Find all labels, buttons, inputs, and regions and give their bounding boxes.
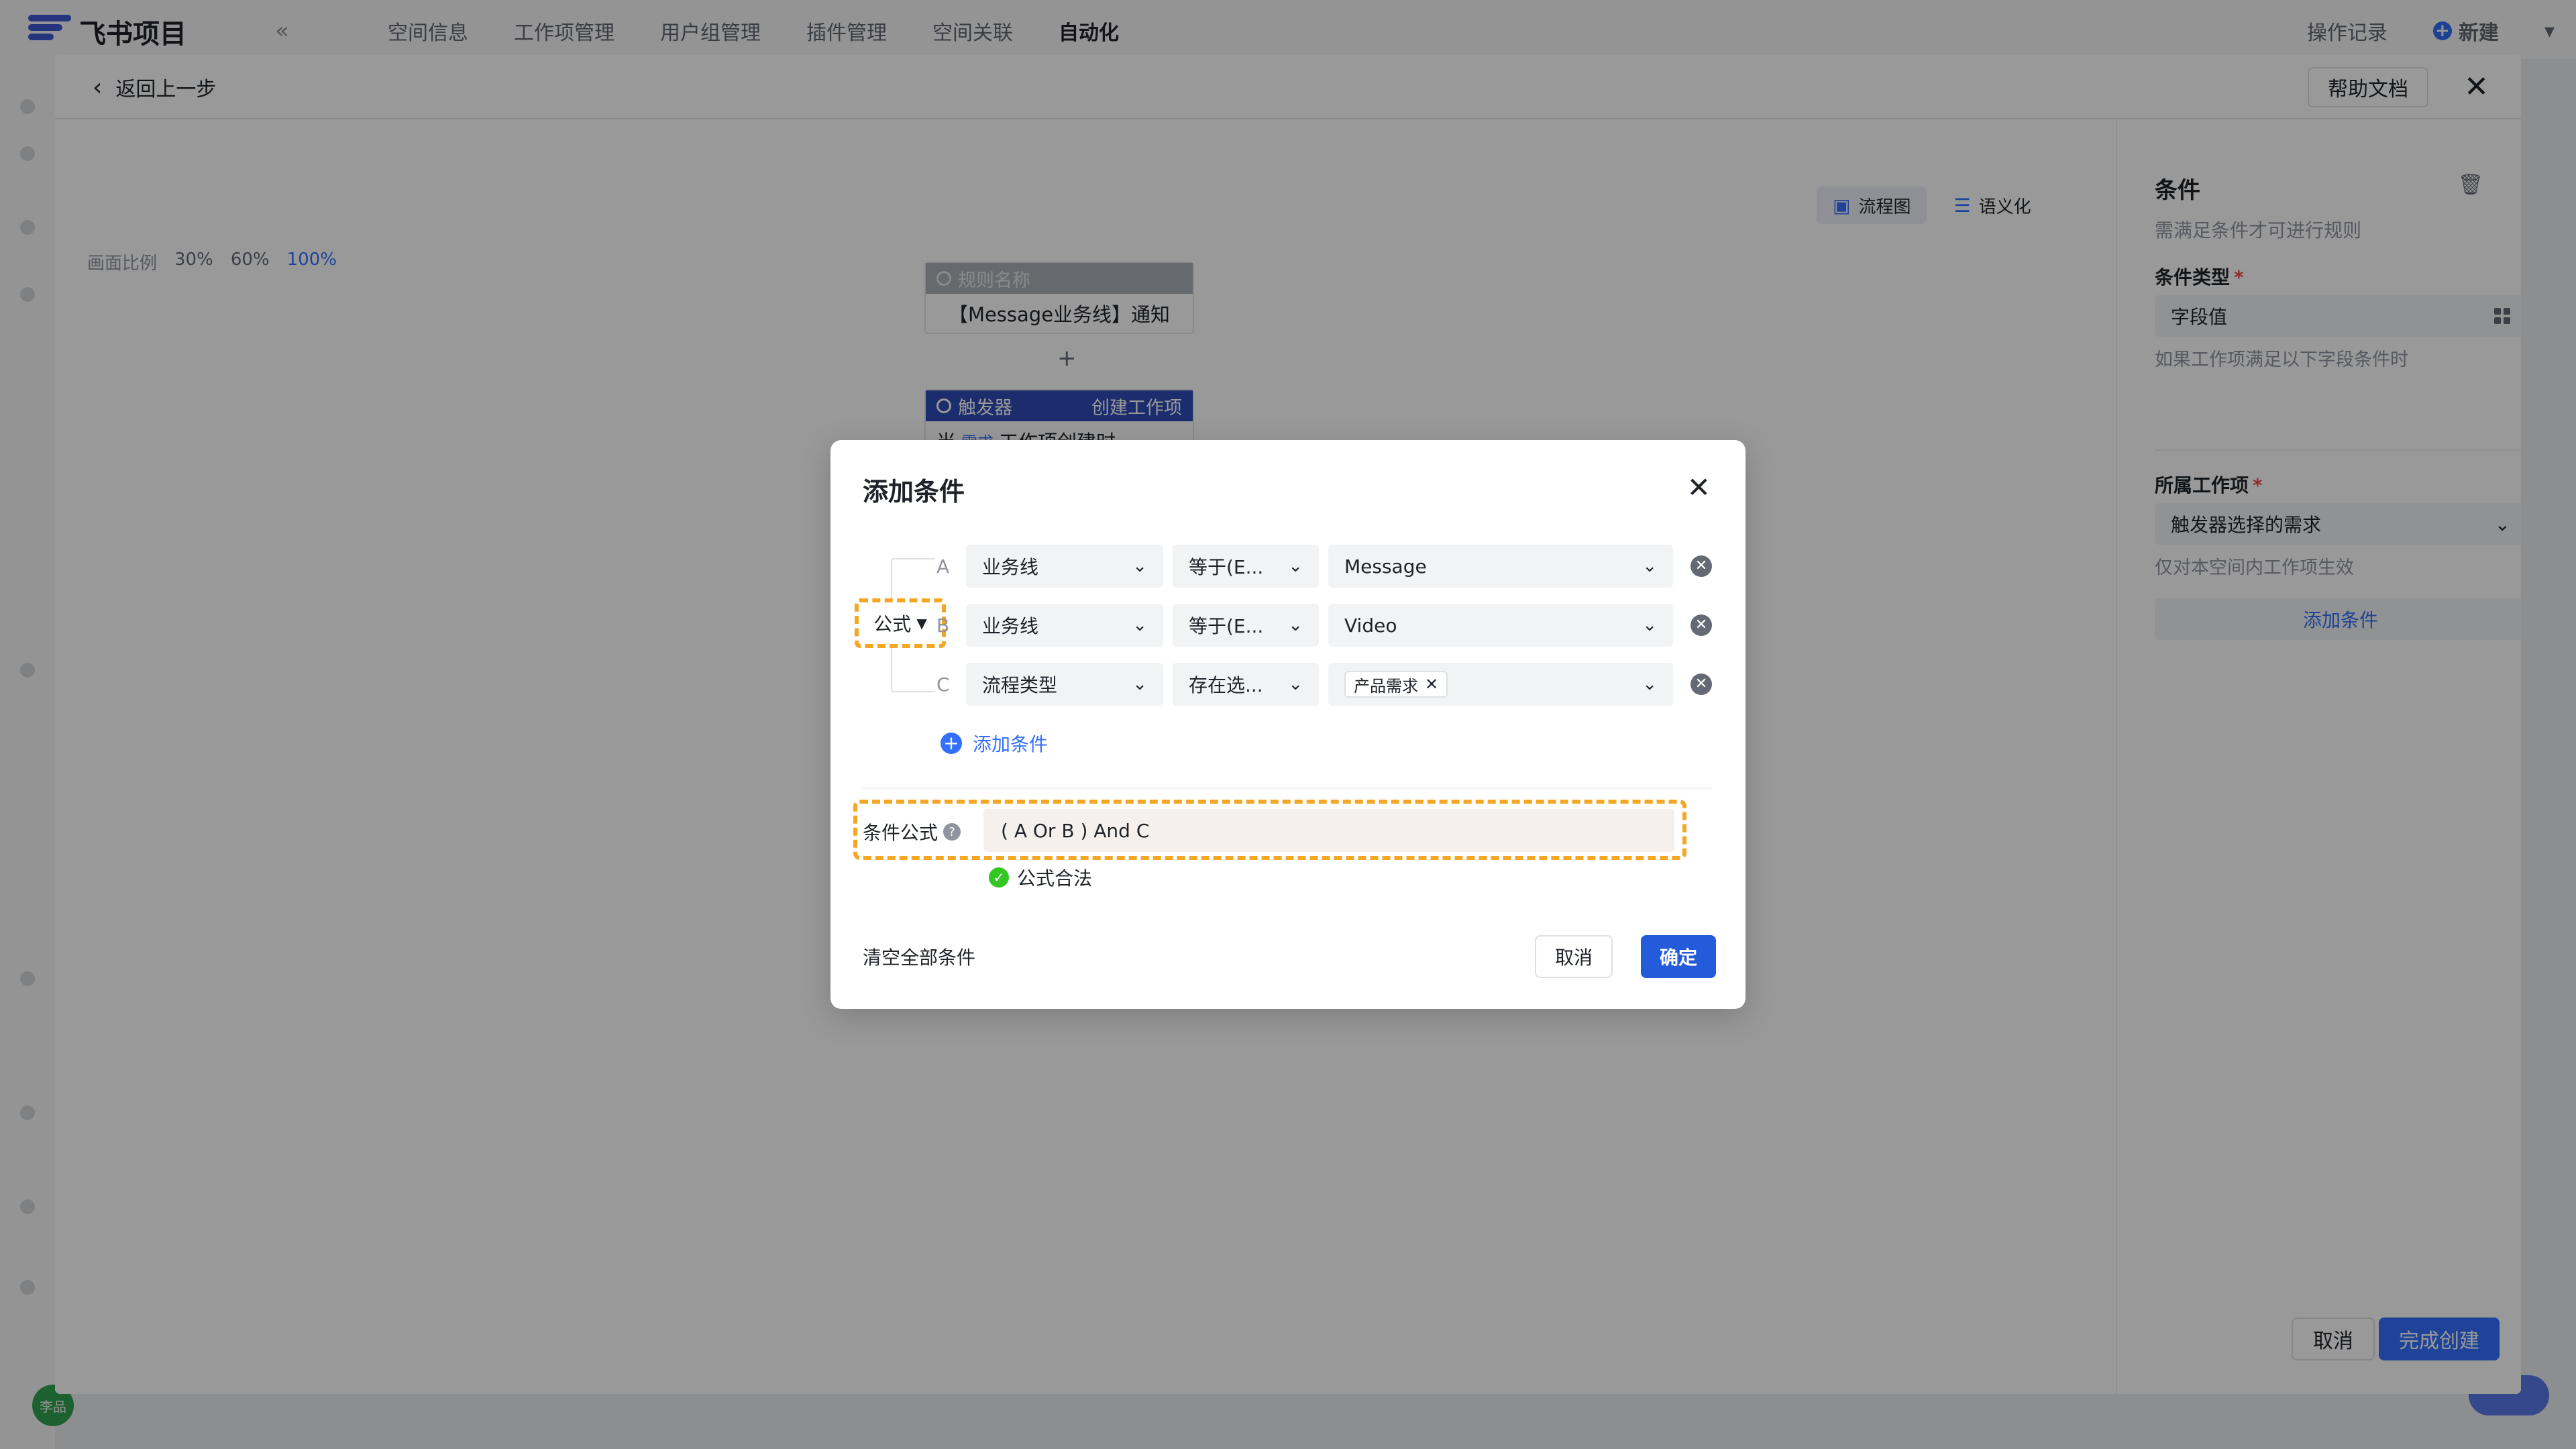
selected-value-chip: 产品需求 ✕ [1344,671,1448,698]
caret-down-icon: ▼ [916,615,927,631]
check-circle-icon: ✓ [989,867,1009,888]
row-letter: B [936,614,950,637]
dialog-divider [863,788,1712,789]
plus-circle-icon: + [941,733,962,754]
chip-remove-icon[interactable]: ✕ [1425,675,1438,694]
chevron-down-icon: ⌄ [1288,556,1303,576]
logic-mode-label: 公式 [873,613,912,635]
condition-row: B 业务线 ⌄ 等于(E... ⌄ Video ⌄ ✕ [936,604,1712,647]
chevron-down-icon: ⌄ [1132,615,1147,635]
operator-select-value: 等于(E... [1189,615,1264,637]
condition-row: A 业务线 ⌄ 等于(E... ⌄ Message ⌄ ✕ [936,545,1712,588]
field-select-value: 流程类型 [982,674,1058,696]
add-condition-label: 添加条件 [973,733,1049,755]
value-select[interactable]: Video ⌄ [1328,604,1673,647]
formula-valid-text: 公式合法 [1017,867,1093,890]
confirm-button[interactable]: 确定 [1641,935,1717,978]
operator-select-value: 等于(E... [1189,556,1264,578]
help-icon[interactable]: ? [943,823,961,841]
operator-select-value: 存在选... [1189,674,1263,696]
field-select[interactable]: 流程类型 ⌄ [966,663,1163,706]
formula-label-text: 条件公式 [863,822,938,844]
remove-condition-icon[interactable]: ✕ [1690,674,1712,695]
formula-validation: ✓ 公式合法 [989,864,1092,891]
formula-label: 条件公式 ? [863,818,961,845]
operator-select[interactable]: 等于(E... ⌄ [1173,545,1319,588]
cancel-button[interactable]: 取消 [1535,935,1613,978]
remove-condition-icon[interactable]: ✕ [1690,555,1712,577]
chevron-down-icon: ⌄ [1642,674,1657,694]
clear-all-button[interactable]: 清空全部条件 [863,943,975,970]
logic-mode-select[interactable]: 公式 ▼ [855,598,946,648]
dialog-title: 添加条件 [863,477,965,506]
chevron-down-icon: ⌄ [1132,556,1147,576]
chevron-down-icon: ⌄ [1288,674,1303,694]
chevron-down-icon: ⌄ [1642,556,1657,576]
field-select-value: 业务线 [982,556,1039,578]
chip-label: 产品需求 [1354,676,1418,696]
field-select[interactable]: 业务线 ⌄ [966,545,1163,588]
value-select-value: Message [1344,555,1427,578]
chevron-down-icon: ⌄ [1642,615,1657,635]
value-select-value: Video [1344,614,1397,637]
value-select[interactable]: Message ⌄ [1328,545,1673,588]
remove-condition-icon[interactable]: ✕ [1690,614,1712,636]
row-letter: C [936,673,950,696]
formula-input[interactable]: ( A Or B ) And C [983,809,1674,852]
value-multi-select[interactable]: 产品需求 ✕ ⌄ [1328,663,1673,706]
add-condition-link[interactable]: + 添加条件 [941,730,1048,757]
operator-select[interactable]: 存在选... ⌄ [1173,663,1319,706]
chevron-down-icon: ⌄ [1288,615,1303,635]
close-icon[interactable]: ✕ [1687,471,1711,504]
field-select-value: 业务线 [982,615,1039,637]
row-letter: A [936,555,950,578]
chevron-down-icon: ⌄ [1132,674,1147,694]
operator-select[interactable]: 等于(E... ⌄ [1173,604,1319,647]
add-condition-dialog: 添加条件 ✕ 公式 ▼ A 业务线 ⌄ 等于(E... ⌄ Message ⌄ ✕ B… [830,440,1746,1009]
condition-row: C 流程类型 ⌄ 存在选... ⌄ 产品需求 ✕ ⌄ ✕ [936,663,1712,706]
field-select[interactable]: 业务线 ⌄ [966,604,1163,647]
